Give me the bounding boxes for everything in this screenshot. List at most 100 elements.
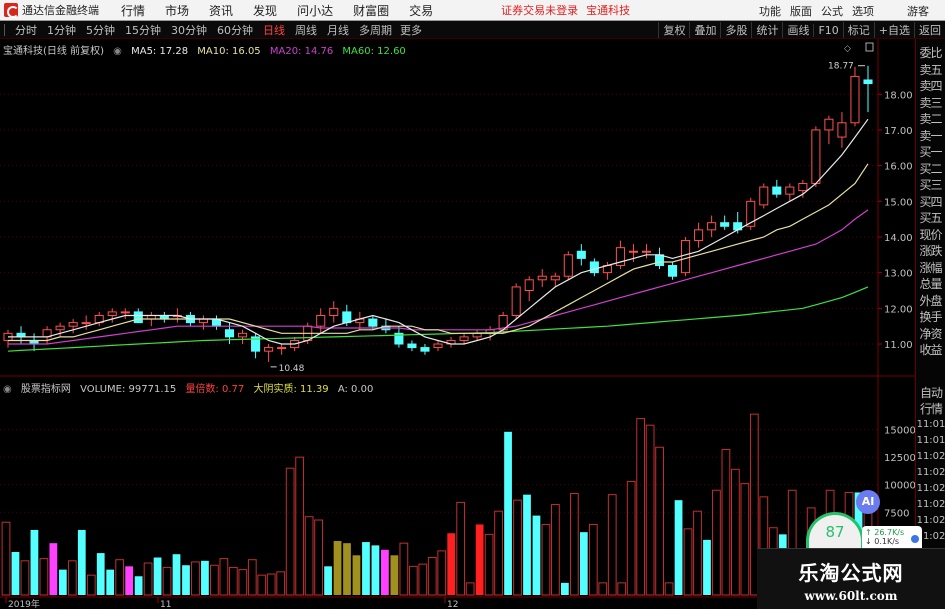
volume-bar <box>683 528 693 596</box>
menu-news[interactable]: 资讯 <box>209 2 233 19</box>
volume-bar <box>86 574 96 596</box>
quote-item[interactable]: 换手 <box>916 309 945 326</box>
volume-axis-label: 10000 <box>884 481 915 492</box>
period-30min[interactable]: 30分钟 <box>166 22 212 38</box>
menu-discover[interactable]: 发现 <box>253 2 277 19</box>
mark-button[interactable]: 标记 <box>842 22 874 38</box>
quote-item[interactable]: 外盘 <box>916 293 945 310</box>
auto-quote-label[interactable]: 行情 <box>916 401 945 417</box>
volume-bar <box>210 564 219 596</box>
quote-item[interactable]: 买五 <box>916 210 945 227</box>
volume-bar <box>390 555 399 595</box>
price-axis-label: 12.00 <box>884 304 913 315</box>
quote-item[interactable]: 买二 <box>916 161 945 178</box>
f10-button[interactable]: F10 <box>813 23 842 37</box>
stock-label: 宝通科技(日线 前复权) <box>3 46 104 57</box>
menu-layout[interactable]: 版面 <box>790 3 812 19</box>
menu-ask[interactable]: 问小达 <box>297 2 333 19</box>
overlay-button[interactable]: 叠加 <box>689 22 720 38</box>
price-axis-label: 13.00 <box>884 269 913 280</box>
quote-item[interactable]: 买一 <box>916 144 945 161</box>
add-watchlist-button[interactable]: +自选 <box>873 22 914 38</box>
period-1min[interactable]: 1分钟 <box>42 22 81 38</box>
quote-item[interactable]: 买四 <box>916 194 945 211</box>
back-button[interactable]: 返回 <box>914 22 945 38</box>
ma60-label: MA60: 12.60 <box>342 46 406 57</box>
quote-item[interactable]: 收益 <box>916 342 945 359</box>
quote-item[interactable]: 涨跌 <box>916 243 945 260</box>
ai-button[interactable]: AI <box>856 490 880 514</box>
ma20-label: MA20: 14.76 <box>269 46 334 57</box>
kline-chart[interactable]: 18.00 17.00 16.00 15.00 14.00 13.00 12.00 11.00… <box>0 39 915 609</box>
volume-bar <box>247 559 257 596</box>
quote-item[interactable]: 卖五 <box>916 62 945 79</box>
period-weekly[interactable]: 周线 <box>290 22 322 38</box>
period-15min[interactable]: 15分钟 <box>120 22 166 38</box>
candle-body <box>81 322 91 325</box>
candle-body <box>681 240 691 274</box>
notice-stock[interactable]: 宝通科技 <box>586 2 630 18</box>
quote-item[interactable]: 净资 <box>916 326 945 343</box>
quote-item[interactable]: 现价 <box>916 227 945 244</box>
period-60min[interactable]: 60分钟 <box>212 22 258 38</box>
volume-bar <box>513 499 522 596</box>
period-daily[interactable]: 日线 <box>258 22 290 38</box>
volume-bar <box>721 448 731 596</box>
tick-time: 11:01 <box>916 435 945 446</box>
quote-item[interactable]: 卖一 <box>916 128 945 145</box>
volume-bar <box>579 532 588 595</box>
period-multi[interactable]: 多周期 <box>354 22 397 38</box>
candle-body <box>459 336 469 341</box>
quote-item[interactable]: 卖四 <box>916 78 945 95</box>
price-axis-label: 11.00 <box>884 340 913 351</box>
quote-item[interactable]: 卖三 <box>916 95 945 112</box>
menu-function[interactable]: 功能 <box>759 3 781 19</box>
volume-bar <box>143 562 153 596</box>
auto-quote-label[interactable]: 自动 <box>916 385 945 401</box>
volume-bar <box>115 559 125 596</box>
period-intraday[interactable]: 分时 <box>10 22 42 38</box>
quote-item[interactable]: 买三 <box>916 177 945 194</box>
guest-label[interactable]: 游客 <box>907 3 929 19</box>
volume-bar <box>551 504 560 596</box>
candle-body <box>850 75 860 124</box>
candle-body <box>798 182 808 192</box>
menu-wealth[interactable]: 财富圈 <box>353 2 389 19</box>
menu-trade[interactable]: 交易 <box>409 2 433 19</box>
quote-item[interactable]: 涨幅 <box>916 260 945 277</box>
candle-body <box>264 347 274 352</box>
period-5min[interactable]: 5分钟 <box>81 22 120 38</box>
period-monthly[interactable]: 月线 <box>322 22 354 38</box>
more-periods-button[interactable]: 更多 <box>397 22 425 38</box>
candle-body <box>329 307 339 316</box>
quote-item[interactable]: 总量 <box>916 276 945 293</box>
login-notice[interactable]: 证券交易未登录 <box>501 2 578 18</box>
statistics-button[interactable]: 统计 <box>751 22 782 38</box>
menu-options[interactable]: 选项 <box>852 3 874 19</box>
menu-market-overview[interactable]: 市场 <box>165 2 189 19</box>
menu-formula[interactable]: 公式 <box>821 3 843 19</box>
adjust-button[interactable]: 复权 <box>658 22 689 38</box>
price-axis-label: 18.00 <box>884 90 913 101</box>
candle-body <box>342 311 352 324</box>
volume-legend: ◉ 股票指标网 VOLUME: 99771.15 量倍数: 0.77 大阴实质:… <box>3 380 379 395</box>
quote-item[interactable]: 卖二 <box>916 111 945 128</box>
multi-stock-button[interactable]: 多股 <box>720 22 751 38</box>
candle-body <box>628 250 638 253</box>
chart-area[interactable]: 18.00 17.00 16.00 15.00 14.00 13.00 12.00 11.00… <box>0 39 915 609</box>
quote-item[interactable]: 委比 <box>916 45 945 62</box>
volume-bar <box>541 523 551 596</box>
candle-body <box>511 286 521 316</box>
volume-bar <box>191 561 200 596</box>
menu-market[interactable]: 行情 <box>121 2 145 19</box>
candle-body <box>772 186 782 195</box>
draw-line-button[interactable]: 画线 <box>782 22 813 38</box>
volume-bar <box>484 533 494 596</box>
candle-body <box>277 347 287 350</box>
volume-bar <box>333 540 342 595</box>
volume-bar <box>465 582 475 596</box>
candle-body <box>863 79 873 85</box>
price-axis-label: 16.00 <box>884 162 913 173</box>
ma5-line <box>8 118 869 345</box>
volume-bar <box>201 560 209 595</box>
